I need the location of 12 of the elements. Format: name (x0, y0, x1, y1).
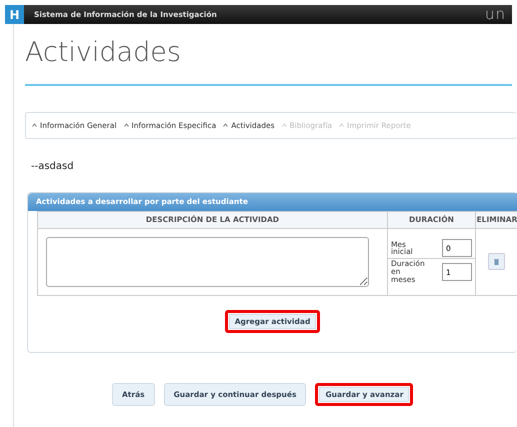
trash-icon (494, 258, 500, 265)
caret-icon (339, 123, 344, 128)
caret-icon (223, 123, 228, 128)
project-name: --asdasd (31, 160, 75, 174)
caret-icon (32, 123, 37, 128)
description-field[interactable] (46, 236, 369, 287)
logo-text: un (484, 7, 506, 22)
page-title: Actividades (25, 38, 182, 68)
logo-badge: H (5, 5, 24, 24)
delete-button[interactable] (488, 253, 506, 270)
caret-icon (124, 123, 129, 128)
caret-icon (282, 123, 287, 128)
